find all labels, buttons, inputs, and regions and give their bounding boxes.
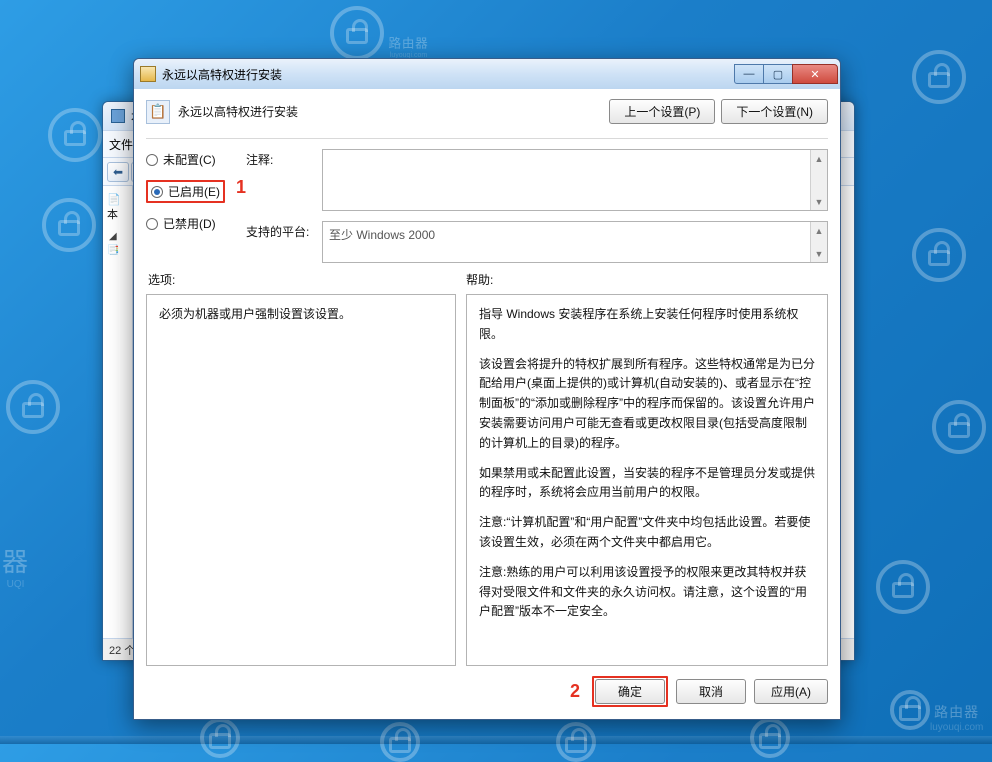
annotation-marker-2: 2 <box>570 681 580 702</box>
help-text: 该设置会将提升的特权扩展到所有程序。这些特权通常是为已分配给用户(桌面上提供的)… <box>479 355 815 454</box>
apply-button[interactable]: 应用(A) <box>754 679 828 704</box>
tree-root[interactable]: 📄 本 <box>107 194 121 221</box>
radio-disabled[interactable]: 已禁用(D) <box>146 215 234 232</box>
watermark <box>890 690 930 730</box>
watermark <box>932 400 986 454</box>
ok-button[interactable]: 确定 <box>595 679 665 704</box>
watermark <box>912 50 966 104</box>
help-text: 指导 Windows 安装程序在系统上安装任何程序时使用系统权限。 <box>479 305 815 345</box>
help-text: 注意:“计算机配置”和“用户配置”文件夹中均包括此设置。若要使该设置生效，必须在… <box>479 513 815 553</box>
dialog-titlebar[interactable]: 永远以高特权进行安装 — ▢ ✕ <box>134 59 840 89</box>
minimize-button[interactable]: — <box>734 64 764 84</box>
radio-icon <box>146 154 158 166</box>
watermark <box>48 108 102 162</box>
policy-dialog: 永远以高特权进行安装 — ▢ ✕ 📋 永远以高特权进行安装 上一个设置(P) 下… <box>133 58 841 720</box>
close-button[interactable]: ✕ <box>792 64 838 84</box>
annotation-marker-1: 1 <box>236 177 246 198</box>
radio-label: 已启用(E) <box>168 183 220 200</box>
watermark <box>912 228 966 282</box>
gpedit-icon <box>111 109 125 123</box>
tree-expand-icon[interactable]: ◢ 📑 <box>107 231 119 256</box>
maximize-button[interactable]: ▢ <box>763 64 793 84</box>
divider <box>146 138 828 139</box>
watermark <box>330 6 384 60</box>
dialog-title: 永远以高特权进行安装 <box>162 66 282 83</box>
scrollbar[interactable]: ▲ ▼ <box>810 150 827 210</box>
prev-setting-button[interactable]: 上一个设置(P) <box>609 99 715 124</box>
options-text: 必须为机器或用户强制设置该设置。 <box>159 305 443 322</box>
help-label: 帮助: <box>466 271 493 288</box>
watermark <box>876 560 930 614</box>
platform-box: 至少 Windows 2000 ▲ ▼ <box>322 221 828 263</box>
nav-back-button[interactable]: ⬅ <box>107 162 129 182</box>
next-setting-button[interactable]: 下一个设置(N) <box>721 99 828 124</box>
options-label: 选项: <box>146 271 466 288</box>
watermark: 路由器luyouqi.com <box>389 32 429 59</box>
radio-enabled[interactable]: 已启用(E) <box>146 180 234 203</box>
watermark: 路由器luyouqi.com <box>930 700 983 733</box>
scroll-down-icon[interactable]: ▼ <box>811 245 827 262</box>
help-text: 如果禁用或未配置此设置，当安装的程序不是管理员分发或提供的程序时，系统将会应用当… <box>479 464 815 504</box>
help-text: 注意:熟练的用户可以利用该设置授予的权限来更改其特权并获得对受限文件和文件夹的永… <box>479 563 815 622</box>
platform-value: 至少 Windows 2000 <box>329 228 435 242</box>
status-text: 22 个 <box>109 642 135 658</box>
watermark <box>6 380 60 434</box>
comment-textarea[interactable]: ▲ ▼ <box>322 149 828 211</box>
heading-icon: 📋 <box>146 100 170 124</box>
scroll-up-icon[interactable]: ▲ <box>811 222 827 239</box>
help-pane: 指导 Windows 安装程序在系统上安装任何程序时使用系统权限。 该设置会将提… <box>466 294 828 666</box>
scrollbar[interactable]: ▲ ▼ <box>810 222 827 262</box>
policy-icon <box>140 66 156 82</box>
watermark <box>42 198 96 252</box>
radio-icon <box>151 186 163 198</box>
comment-label: 注释: <box>246 149 314 168</box>
options-pane: 必须为机器或用户强制设置该设置。 <box>146 294 456 666</box>
radio-label: 未配置(C) <box>163 151 216 168</box>
radio-label: 已禁用(D) <box>163 215 216 232</box>
platform-label: 支持的平台: <box>246 221 314 240</box>
radio-not-configured[interactable]: 未配置(C) <box>146 151 234 168</box>
scroll-down-icon[interactable]: ▼ <box>811 193 827 210</box>
radio-icon <box>146 218 158 230</box>
gpedit-tree[interactable]: 📄 本 ◢ 📑 <box>103 186 133 638</box>
watermark: 器UQI <box>2 540 29 590</box>
heading-title: 永远以高特权进行安装 <box>178 103 601 120</box>
scroll-up-icon[interactable]: ▲ <box>811 150 827 167</box>
cancel-button[interactable]: 取消 <box>676 679 746 704</box>
menu-file[interactable]: 文件 <box>109 136 133 153</box>
taskbar <box>0 736 992 744</box>
